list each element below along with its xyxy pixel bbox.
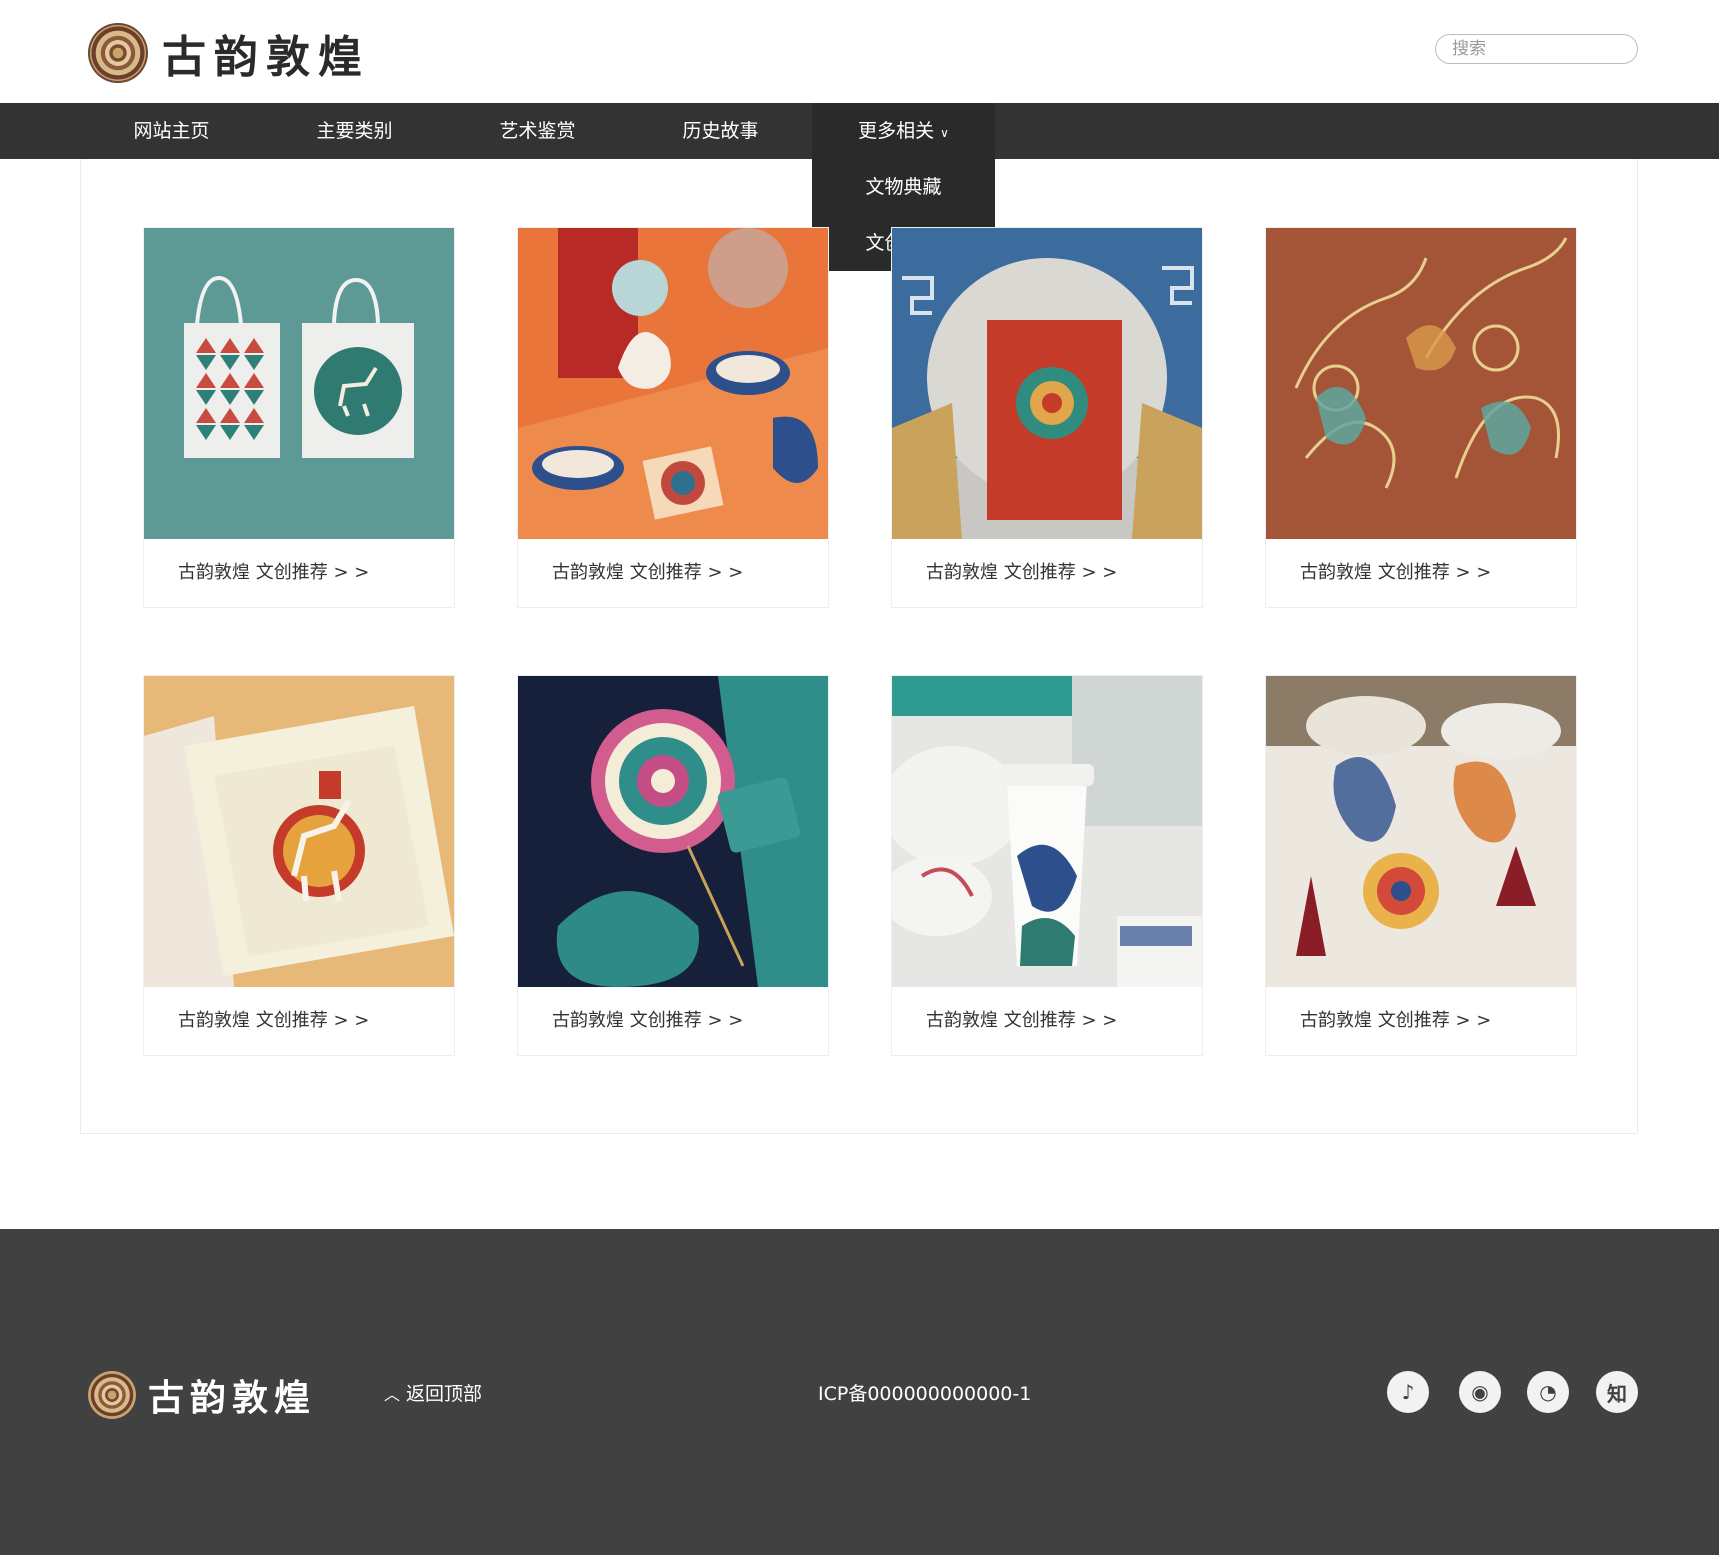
nav-item-home[interactable]: 网站主页 [80, 103, 263, 159]
nav-item-label: 更多相关 [858, 120, 935, 142]
nav-item-art[interactable]: 艺术鉴赏 [446, 103, 629, 159]
product-image-tote-bags [144, 228, 454, 539]
product-card[interactable]: 古韵敦煌 文创推荐 > > [891, 675, 1203, 1056]
nav-item-categories[interactable]: 主要类别 [263, 103, 446, 159]
product-caption: 古韵敦煌 文创推荐 > > [178, 562, 370, 583]
nav-item-label: 网站主页 [133, 120, 210, 142]
nav-item-more[interactable]: 更多相关 ∨ [812, 103, 995, 159]
product-image-apsara-cup [892, 676, 1202, 987]
back-to-top-link[interactable]: ︿ 返回顶部 [384, 1379, 482, 1406]
product-caption: 古韵敦煌 文创推荐 > > [552, 562, 744, 583]
product-image-mandala-fan [518, 676, 828, 987]
back-to-top-label: 返回顶部 [406, 1383, 483, 1405]
product-card[interactable]: 古韵敦煌 文创推荐 > > [891, 227, 1203, 608]
product-card[interactable]: 古韵敦煌 文创推荐 > > [517, 675, 829, 1056]
product-card[interactable]: 古韵敦煌 文创推荐 > > [517, 227, 829, 608]
douyin-icon[interactable]: ♪ [1387, 1371, 1429, 1413]
nav-item-label: 历史故事 [682, 120, 759, 142]
nav-item-label: 艺术鉴赏 [499, 120, 576, 142]
weibo-icon[interactable]: ◉ [1459, 1371, 1501, 1413]
product-caption: 古韵敦煌 文创推荐 > > [926, 562, 1118, 583]
site-header: 古韵敦煌 [0, 0, 1719, 103]
zhihu-icon[interactable]: 知 [1596, 1371, 1638, 1413]
main-nav: 网站主页 主要类别 艺术鉴赏 历史故事 更多相关 ∨ [0, 103, 1719, 159]
site-logo[interactable]: 古韵敦煌 [88, 21, 370, 85]
product-card[interactable]: 古韵敦煌 文创推荐 > > [1265, 675, 1577, 1056]
product-card[interactable]: 古韵敦煌 文创推荐 > > [143, 675, 455, 1056]
product-image-deer-stands [518, 228, 828, 539]
logo-text: 古韵敦煌 [162, 32, 370, 83]
mandala-logo-icon [88, 1371, 136, 1419]
wechat-icon[interactable]: ◔ [1527, 1371, 1569, 1413]
product-image-deer-pin-box [144, 676, 454, 987]
product-caption: 古韵敦煌 文创推荐 > > [1300, 562, 1492, 583]
nav-item-label: 主要类别 [316, 120, 393, 142]
footer-logo-text: 古韵敦煌 [148, 1377, 317, 1419]
product-caption: 古韵敦煌 文创推荐 > > [1300, 1010, 1492, 1031]
product-image-apsara-bookmarks [1266, 228, 1576, 539]
site-footer: 古韵敦煌 ︿ 返回顶部 ICP备000000000000-1 ♪ ◉ ◔ 知 [0, 1229, 1719, 1555]
icp-record: ICP备000000000000-1 [818, 1383, 1032, 1405]
chevron-down-icon: ∨ [940, 126, 949, 140]
product-caption: 古韵敦煌 文创推荐 > > [926, 1010, 1118, 1031]
product-image-tassel-bookmarks [1266, 676, 1576, 987]
chevron-up-icon: ︿ [384, 1384, 401, 1404]
product-image-gift-box [892, 228, 1202, 539]
product-panel: 古韵敦煌 文创推荐 > > 古韵敦煌 文创推荐 > > 古韵敦煌 文创推荐 > … [80, 159, 1638, 1134]
mandala-logo-icon [88, 23, 148, 83]
footer-logo[interactable]: 古韵敦煌 [88, 1369, 316, 1421]
nav-item-history[interactable]: 历史故事 [629, 103, 812, 159]
product-card[interactable]: 古韵敦煌 文创推荐 > > [1265, 227, 1577, 608]
search-input[interactable] [1435, 34, 1638, 64]
product-caption: 古韵敦煌 文创推荐 > > [552, 1010, 744, 1031]
product-caption: 古韵敦煌 文创推荐 > > [178, 1010, 370, 1031]
product-card[interactable]: 古韵敦煌 文创推荐 > > [143, 227, 455, 608]
